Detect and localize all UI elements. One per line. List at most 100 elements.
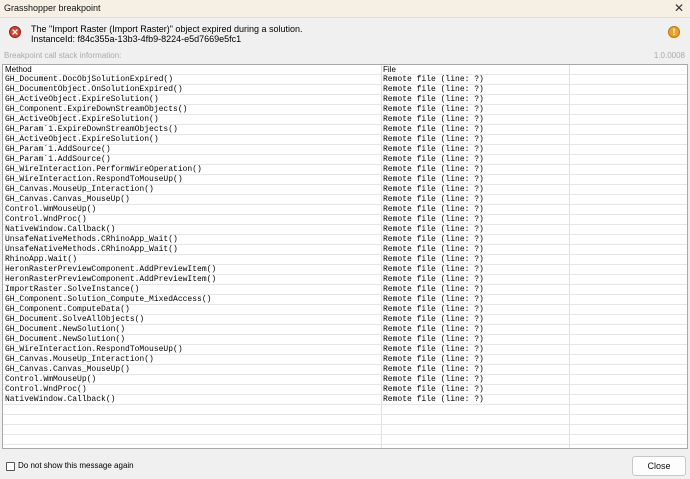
method-cell: GH_WireInteraction.RespondToMouseUp() bbox=[5, 175, 183, 184]
method-cell: GH_WireInteraction.RespondToMouseUp() bbox=[5, 345, 183, 354]
method-cell: GH_WireInteraction.PerformWireOperation(… bbox=[5, 165, 202, 174]
method-cell: Control.WndProc() bbox=[5, 385, 87, 394]
table-row[interactable]: GH_ActiveObject.ExpireSolution() Remote f… bbox=[3, 135, 687, 145]
dont-show-again-label[interactable]: Do not show this message again bbox=[18, 461, 134, 470]
table-row[interactable]: Control.WndProc() Remote file (line: ?) bbox=[3, 215, 687, 225]
method-cell: NativeWindow.Callback() bbox=[5, 395, 116, 404]
table-row[interactable]: GH_Component.ComputeData() Remote file (l… bbox=[3, 305, 687, 315]
column-header-file[interactable]: File bbox=[383, 65, 567, 75]
call-stack-table[interactable]: Method File GH_Document.DocObjSolutionEx… bbox=[2, 64, 688, 449]
file-cell: Remote file (line: ?) bbox=[383, 195, 484, 204]
table-row[interactable]: GH_Param`1.ExpireDownStreamObjects() Remo… bbox=[3, 125, 687, 135]
file-cell: Remote file (line: ?) bbox=[383, 395, 484, 404]
method-cell: GH_Component.Solution_Compute_MixedAcces… bbox=[5, 295, 212, 304]
empty-row bbox=[3, 405, 687, 415]
method-cell: UnsafeNativeMethods.CRhinoApp_Wait() bbox=[5, 245, 178, 254]
table-row[interactable]: GH_Param`1.AddSource() Remote file (line:… bbox=[3, 155, 687, 165]
dont-show-again-checkbox[interactable] bbox=[6, 462, 15, 471]
file-cell: Remote file (line: ?) bbox=[383, 125, 484, 134]
table-row[interactable]: GH_Canvas.MouseUp_Interaction() Remote fi… bbox=[3, 185, 687, 195]
file-cell: Remote file (line: ?) bbox=[383, 245, 484, 254]
table-row[interactable]: GH_Canvas.MouseUp_Interaction() Remote fi… bbox=[3, 355, 687, 365]
file-cell: Remote file (line: ?) bbox=[383, 345, 484, 354]
window-title: Grasshopper breakpoint bbox=[4, 3, 101, 13]
method-cell: GH_Document.SolveAllObjects() bbox=[5, 315, 145, 324]
table-row[interactable]: Control.WndProc() Remote file (line: ?) bbox=[3, 385, 687, 395]
table-header-row: Method File bbox=[3, 65, 687, 75]
file-cell: Remote file (line: ?) bbox=[383, 365, 484, 374]
table-row[interactable]: GH_Component.ExpireDownStreamObjects() Re… bbox=[3, 105, 687, 115]
method-cell: Control.WndProc() bbox=[5, 215, 87, 224]
method-cell: GH_ActiveObject.ExpireSolution() bbox=[5, 95, 159, 104]
method-cell: ImportRaster.SolveInstance() bbox=[5, 285, 140, 294]
method-cell: NativeWindow.Callback() bbox=[5, 225, 116, 234]
message-header: The "Import Raster (Import Raster)" obje… bbox=[0, 18, 690, 46]
file-cell: Remote file (line: ?) bbox=[383, 205, 484, 214]
file-cell: Remote file (line: ?) bbox=[383, 105, 484, 114]
method-cell: GH_Component.ExpireDownStreamObjects() bbox=[5, 105, 188, 114]
file-cell: Remote file (line: ?) bbox=[383, 155, 484, 164]
error-message: The "Import Raster (Import Raster)" obje… bbox=[31, 24, 303, 34]
table-row[interactable]: GH_Param`1.AddSource() Remote file (line:… bbox=[3, 145, 687, 155]
method-cell: GH_Param`1.AddSource() bbox=[5, 155, 111, 164]
close-icon[interactable]: ✕ bbox=[674, 1, 684, 15]
table-row[interactable]: NativeWindow.Callback() Remote file (line… bbox=[3, 225, 687, 235]
error-icon bbox=[9, 26, 21, 38]
file-cell: Remote file (line: ?) bbox=[383, 185, 484, 194]
table-row[interactable]: GH_ActiveObject.ExpireSolution() Remote f… bbox=[3, 95, 687, 105]
table-row[interactable]: Control.WmMouseUp() Remote file (line: ?) bbox=[3, 205, 687, 215]
method-cell: GH_DocumentObject.OnSolutionExpired() bbox=[5, 85, 183, 94]
method-cell: Control.WmMouseUp() bbox=[5, 205, 97, 214]
table-row[interactable]: HeronRasterPreviewComponent.AddPreviewIt… bbox=[3, 265, 687, 275]
file-cell: Remote file (line: ?) bbox=[383, 225, 484, 234]
table-row[interactable]: GH_Document.NewSolution() Remote file (li… bbox=[3, 325, 687, 335]
method-cell: RhinoApp.Wait() bbox=[5, 255, 78, 264]
table-row[interactable]: GH_Document.DocObjSolutionExpired() Remot… bbox=[3, 75, 687, 85]
method-cell: GH_Document.NewSolution() bbox=[5, 335, 126, 344]
table-row[interactable]: GH_WireInteraction.RespondToMouseUp() Rem… bbox=[3, 175, 687, 185]
file-cell: Remote file (line: ?) bbox=[383, 75, 484, 84]
table-row[interactable]: GH_WireInteraction.RespondToMouseUp() Rem… bbox=[3, 345, 687, 355]
table-row[interactable]: GH_ActiveObject.ExpireSolution() Remote f… bbox=[3, 115, 687, 125]
table-row[interactable]: GH_WireInteraction.PerformWireOperation(… bbox=[3, 165, 687, 175]
method-cell: HeronRasterPreviewComponent.AddPreviewIt… bbox=[5, 265, 217, 274]
method-cell: Control.WmMouseUp() bbox=[5, 375, 97, 384]
file-cell: Remote file (line: ?) bbox=[383, 375, 484, 384]
call-stack-label: Breakpoint call stack information: bbox=[4, 51, 122, 60]
file-cell: Remote file (line: ?) bbox=[383, 95, 484, 104]
method-cell: HeronRasterPreviewComponent.AddPreviewIt… bbox=[5, 275, 217, 284]
column-header-method[interactable]: Method bbox=[5, 65, 377, 75]
file-cell: Remote file (line: ?) bbox=[383, 315, 484, 324]
file-cell: Remote file (line: ?) bbox=[383, 135, 484, 144]
method-cell: GH_Canvas.MouseUp_Interaction() bbox=[5, 355, 154, 364]
table-row[interactable]: HeronRasterPreviewComponent.AddPreviewIt… bbox=[3, 275, 687, 285]
empty-row bbox=[3, 435, 687, 445]
close-button[interactable]: Close bbox=[632, 456, 686, 476]
table-row[interactable]: UnsafeNativeMethods.CRhinoApp_Wait() Remo… bbox=[3, 235, 687, 245]
file-cell: Remote file (line: ?) bbox=[383, 165, 484, 174]
table-row[interactable]: GH_Component.Solution_Compute_MixedAcces… bbox=[3, 295, 687, 305]
warning-icon: ! bbox=[668, 26, 680, 38]
method-cell: GH_Document.DocObjSolutionExpired() bbox=[5, 75, 174, 84]
table-row[interactable]: ImportRaster.SolveInstance() Remote file … bbox=[3, 285, 687, 295]
table-row[interactable]: GH_Canvas.Canvas_MouseUp() Remote file (l… bbox=[3, 365, 687, 375]
table-row[interactable]: GH_Canvas.Canvas_MouseUp() Remote file (l… bbox=[3, 195, 687, 205]
file-cell: Remote file (line: ?) bbox=[383, 255, 484, 264]
table-row[interactable]: NativeWindow.Callback() Remote file (line… bbox=[3, 395, 687, 405]
file-cell: Remote file (line: ?) bbox=[383, 325, 484, 334]
method-cell: GH_Canvas.MouseUp_Interaction() bbox=[5, 185, 154, 194]
file-cell: Remote file (line: ?) bbox=[383, 305, 484, 314]
file-cell: Remote file (line: ?) bbox=[383, 285, 484, 294]
table-row[interactable]: GH_Document.SolveAllObjects() Remote file… bbox=[3, 315, 687, 325]
table-row[interactable]: Control.WmMouseUp() Remote file (line: ?) bbox=[3, 375, 687, 385]
method-cell: GH_ActiveObject.ExpireSolution() bbox=[5, 135, 159, 144]
method-cell: GH_Canvas.Canvas_MouseUp() bbox=[5, 365, 130, 374]
table-row[interactable]: RhinoApp.Wait() Remote file (line: ?) bbox=[3, 255, 687, 265]
table-row[interactable]: UnsafeNativeMethods.CRhinoApp_Wait() Remo… bbox=[3, 245, 687, 255]
file-cell: Remote file (line: ?) bbox=[383, 355, 484, 364]
file-cell: Remote file (line: ?) bbox=[383, 175, 484, 184]
file-cell: Remote file (line: ?) bbox=[383, 265, 484, 274]
table-row[interactable]: GH_DocumentObject.OnSolutionExpired() Rem… bbox=[3, 85, 687, 95]
table-row[interactable]: GH_Document.NewSolution() Remote file (li… bbox=[3, 335, 687, 345]
file-cell: Remote file (line: ?) bbox=[383, 85, 484, 94]
